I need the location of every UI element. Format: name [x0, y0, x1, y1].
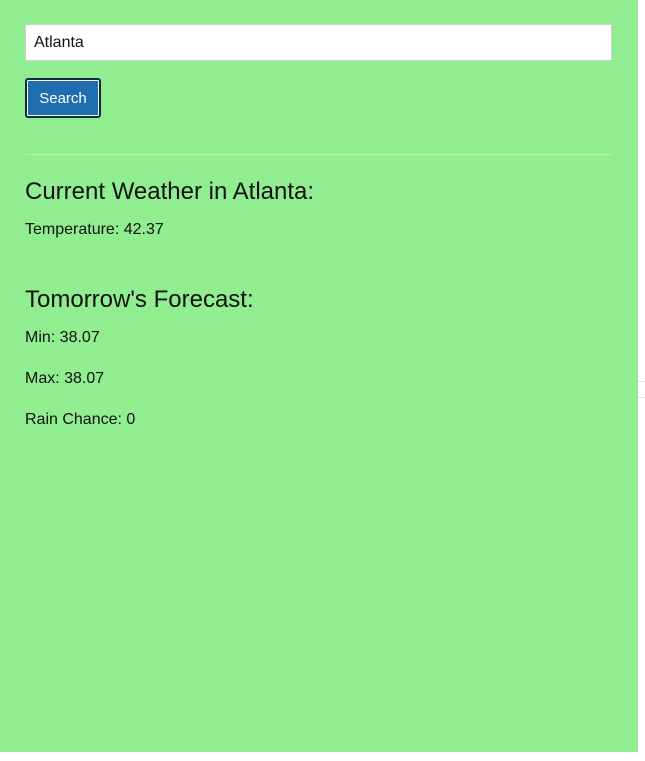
forecast-heading: Tomorrow's Forecast: — [25, 286, 254, 313]
city-search-input[interactable] — [25, 24, 612, 61]
forecast-max-line: Max: 38.07 — [25, 370, 104, 388]
temperature-line: Temperature: 42.37 — [25, 221, 164, 239]
search-button[interactable]: Search — [25, 78, 101, 118]
forecast-max-label: Max: — [25, 370, 65, 387]
forecast-rain-label: Rain Chance: — [25, 411, 127, 428]
current-weather-heading: Current Weather in Atlanta: — [25, 178, 315, 205]
forecast-min-value: 38.07 — [59, 329, 100, 346]
temperature-label: Temperature: — [25, 221, 124, 238]
divider — [25, 154, 612, 155]
forecast-min-line: Min: 38.07 — [25, 329, 100, 347]
weather-app-panel: Search Current Weather in Atlanta: Tempe… — [0, 0, 638, 752]
window-edge-strip — [638, 0, 645, 761]
forecast-min-label: Min: — [25, 329, 60, 346]
edge-seam — [638, 381, 645, 398]
temperature-value: 42.37 — [123, 221, 164, 238]
forecast-max-value: 38.07 — [64, 370, 105, 387]
forecast-rain-line: Rain Chance: 0 — [25, 411, 135, 429]
forecast-rain-value: 0 — [126, 411, 136, 428]
